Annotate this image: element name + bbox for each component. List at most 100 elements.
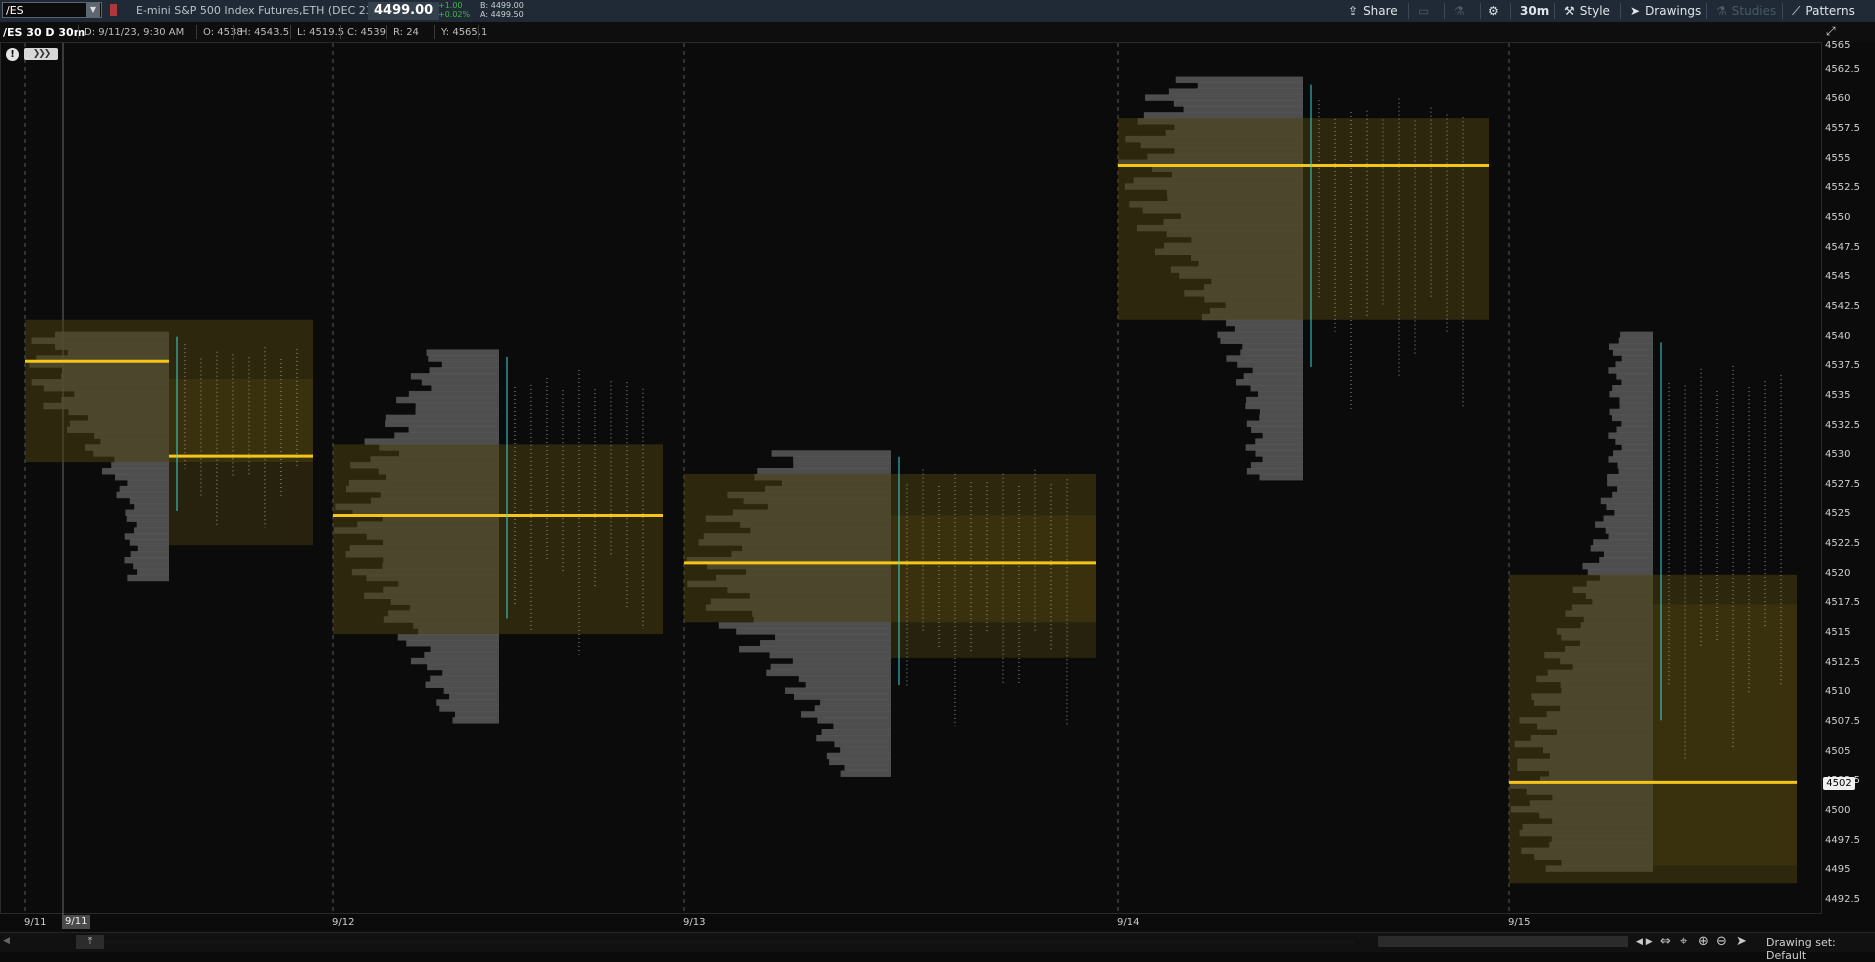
- volume-profile-bar: [1236, 379, 1303, 386]
- volume-profile-bar: [805, 681, 891, 688]
- top-toolbar: /ES ▼ E-mini S&P 500 Index Futures,ETH (…: [0, 0, 1875, 23]
- volume-profile-bar: [1220, 337, 1303, 344]
- volume-profile-bar: [430, 675, 499, 683]
- volume-profile-bar: [136, 521, 169, 528]
- scroll-thumb[interactable]: [1378, 936, 1628, 947]
- timeframe-button[interactable]: 30m: [1520, 0, 1549, 22]
- volume-profile-bar: [757, 468, 891, 475]
- volume-profile-bar: [1607, 479, 1653, 487]
- volume-profile-bar: [766, 669, 891, 677]
- date-tick: 9/15: [1508, 917, 1531, 928]
- volume-profile-bar: [1258, 390, 1303, 398]
- low-value: L: 4519.5: [297, 27, 345, 38]
- volume-profile-bar: [1621, 379, 1653, 386]
- expand-arrows-icon[interactable]: ❯❯❯: [24, 48, 58, 60]
- timeframe-label: 30m: [1520, 4, 1550, 18]
- price-tick: 4540: [1825, 330, 1851, 342]
- volume-profile-bar: [1605, 527, 1653, 534]
- bid-value: B: 4499.00: [480, 1, 524, 10]
- beaker-icon[interactable]: ⚗: [1454, 0, 1465, 22]
- volume-profile-bar: [1175, 76, 1303, 84]
- zoom-in-icon[interactable]: ⊕: [1698, 934, 1709, 949]
- price-tick: 4550: [1825, 211, 1851, 223]
- last-price: 4499.00: [368, 2, 440, 20]
- pan-icon[interactable]: ⇔: [1660, 934, 1671, 949]
- price-tick: 4545: [1825, 271, 1851, 283]
- patterns-button[interactable]: ⟋ Patterns: [1792, 0, 1855, 22]
- volume-profile-bar: [1619, 396, 1653, 404]
- volume-profile-bar: [1587, 568, 1653, 576]
- chart-area[interactable]: [0, 42, 1823, 915]
- volume-profile-bar: [129, 497, 169, 505]
- style-button[interactable]: ⚒ Style: [1564, 0, 1610, 22]
- drawings-button[interactable]: ➤ Drawings: [1630, 0, 1701, 22]
- volume-profile-bar: [441, 361, 499, 368]
- volume-profile-bar: [1226, 319, 1303, 327]
- scroll-track[interactable]: [104, 940, 1354, 944]
- y-value: Y: 4565.1: [441, 27, 488, 38]
- scroll-home-icon[interactable]: ⤒: [76, 935, 104, 949]
- volume-profile-bar: [844, 764, 891, 772]
- volume-profile-bar: [739, 645, 891, 653]
- volume-profile-bar: [415, 402, 499, 410]
- volume-profile-bar: [116, 491, 169, 499]
- volume-profile-bar: [430, 645, 499, 653]
- volume-profile-bar: [816, 734, 891, 742]
- volume-profile-bar: [840, 770, 891, 777]
- price-tick: 4532.5: [1825, 419, 1860, 431]
- volume-profile-bar: [443, 687, 499, 694]
- volume-profile-bar: [1243, 373, 1303, 380]
- volume-profile-bar: [124, 557, 169, 564]
- volume-profile-bar: [449, 693, 499, 700]
- volume-profile-bar: [129, 539, 169, 546]
- volume-profile-bar: [1603, 551, 1653, 558]
- studies-label: Studies: [1731, 4, 1777, 18]
- comment-icon[interactable]: ▭: [1418, 0, 1429, 22]
- volume-profile-bar: [793, 462, 891, 469]
- gear-icon[interactable]: ⚙: [1488, 0, 1499, 22]
- volume-profile-bar: [133, 527, 169, 534]
- value-area: [1118, 118, 1489, 320]
- price-tick: 4520: [1825, 567, 1851, 579]
- corner-expand-icon[interactable]: ⤢: [1826, 24, 1836, 39]
- price-tick: 4507.5: [1825, 716, 1860, 728]
- scroll-right-icon[interactable]: ◀ ▶: [1636, 937, 1653, 947]
- volume-profile-bar: [125, 509, 169, 516]
- share-button[interactable]: ⇪ Share: [1348, 0, 1398, 22]
- volume-profile-bar: [1259, 473, 1303, 481]
- volume-profile-bar: [1614, 509, 1653, 516]
- pointer-icon[interactable]: ➤: [1736, 934, 1747, 949]
- chart-label[interactable]: /ES 30 D 30m: [3, 26, 85, 39]
- volume-profile-bar: [124, 533, 169, 540]
- flag-icon[interactable]: [110, 4, 117, 16]
- volume-profile-bar: [1252, 367, 1303, 374]
- volume-profile-bar: [1217, 331, 1303, 339]
- volume-profile-chart[interactable]: [1, 43, 1823, 915]
- volume-profile-bar: [1615, 438, 1653, 445]
- zoom-out-icon[interactable]: ⊖: [1716, 934, 1727, 949]
- volume-profile-bar: [1593, 539, 1653, 546]
- crosshair-icon[interactable]: ⌖: [1680, 934, 1687, 949]
- price-tick: 4557.5: [1825, 122, 1860, 134]
- symbol-dropdown-icon[interactable]: ▼: [86, 3, 100, 17]
- studies-button[interactable]: ⚗ Studies: [1716, 0, 1776, 22]
- scroll-left-icon[interactable]: ◀: [3, 936, 10, 946]
- price-tick: 4497.5: [1825, 834, 1860, 846]
- price-change: +1.00 +0.02%: [438, 1, 470, 19]
- price-tick: 4515: [1825, 627, 1851, 639]
- alert-icon[interactable]: !: [6, 48, 19, 61]
- date-tick: 9/12: [332, 917, 355, 928]
- volume-profile-bar: [1609, 390, 1653, 398]
- volume-profile-bar: [1255, 450, 1303, 457]
- price-tick: 4512.5: [1825, 656, 1860, 668]
- volume-profile-bar: [406, 640, 499, 647]
- change-percent: +0.02%: [438, 10, 471, 19]
- style-label: Style: [1579, 4, 1610, 18]
- volume-profile-bar: [134, 503, 169, 511]
- drawing-set-label[interactable]: Drawing set: Default: [1766, 936, 1875, 962]
- high-value: H: 4543.5: [240, 27, 290, 38]
- volume-profile-bar: [1613, 450, 1653, 457]
- volume-profile-bar: [1245, 402, 1303, 410]
- volume-profile-bar: [1606, 503, 1653, 511]
- volume-profile-bar: [769, 651, 891, 659]
